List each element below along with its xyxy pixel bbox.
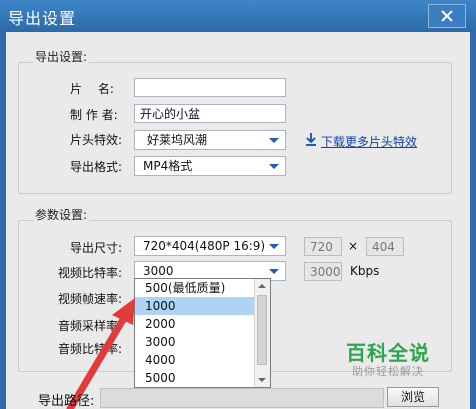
browse-button[interactable]: 浏览	[387, 387, 439, 407]
export-path-input[interactable]	[100, 388, 384, 408]
watermark-logo-text: 百科全说	[346, 341, 430, 365]
watermark-subtext: 助你轻松解决	[352, 365, 424, 378]
export-path-label: 导出路径:	[38, 394, 95, 409]
